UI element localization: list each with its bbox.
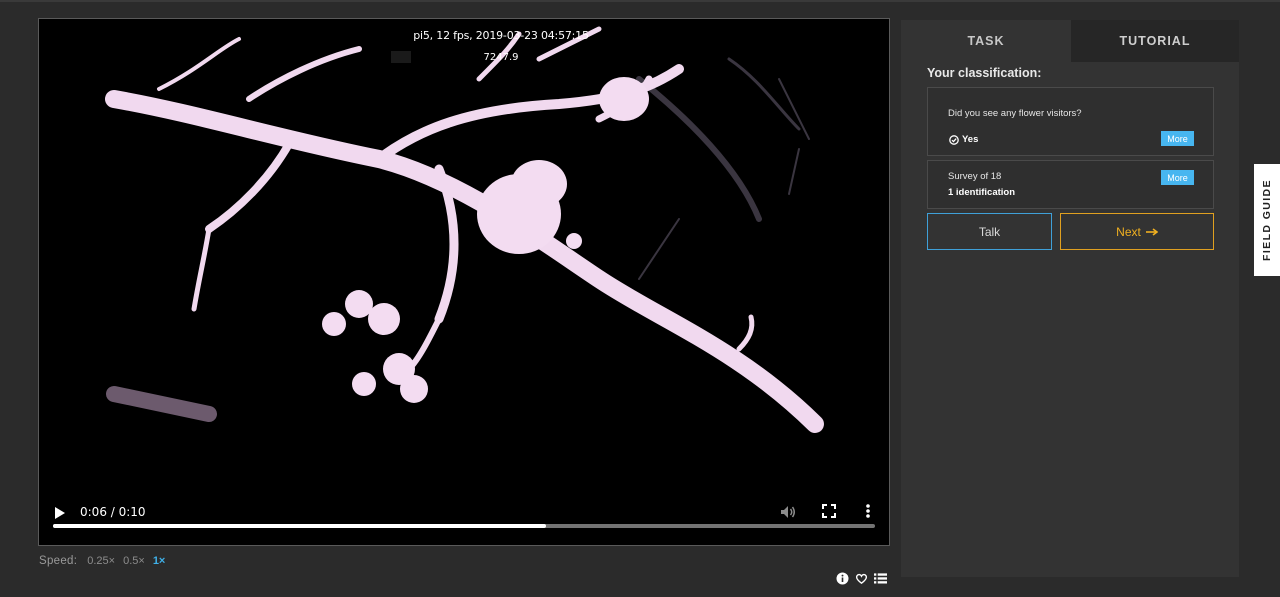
video-controls: 0:06 / 0:10 [39,489,889,545]
speed-option-0.25[interactable]: 0.25× [87,555,115,567]
answer-row: Yes [949,134,978,145]
talk-button[interactable]: Talk [927,213,1052,250]
volume-icon[interactable] [779,503,797,521]
speed-selector: Speed: 0.25× 0.5× 1× [39,555,165,567]
subject-meta-tools [836,572,887,585]
speed-option-0.5[interactable]: 0.5× [123,555,145,567]
video-time-readout: 0:06 / 0:10 [80,505,146,519]
question-summary-card: Did you see any flower visitors? Yes Mor… [927,87,1214,156]
survey-more-button[interactable]: More [1161,170,1194,185]
survey-identification-count: 1 identification [948,187,1016,198]
video-player[interactable]: pi5, 12 fps, 2019-03-23 04:57:15 7247.9 … [38,18,890,546]
more-vertical-icon[interactable] [863,502,873,520]
question-more-button[interactable]: More [1161,131,1194,146]
speed-option-1[interactable]: 1× [153,555,166,567]
survey-summary-card: Survey of 18 1 identification More [927,160,1214,209]
next-button[interactable]: Next [1060,213,1214,250]
list-icon[interactable] [874,572,887,585]
classification-title: Your classification: [927,66,1042,80]
answer-text: Yes [962,134,979,145]
speed-label: Speed: [39,555,78,567]
check-circle-icon [949,134,959,145]
field-guide-tab[interactable]: FIELD GUIDE [1254,164,1280,276]
panel-tabs: TASK TUTORIAL [901,20,1239,62]
info-icon[interactable] [836,572,849,585]
question-text: Did you see any flower visitors? [948,108,1082,119]
video-progress-fill [53,524,547,528]
video-timestamp-overlay: pi5, 12 fps, 2019-03-23 04:57:15 [413,29,589,42]
fullscreen-icon[interactable] [821,503,837,519]
survey-title: Survey of 18 [948,171,1002,182]
tab-tutorial[interactable]: TUTORIAL [1071,20,1239,62]
video-frame-number-overlay: 7247.9 [483,52,519,63]
play-icon[interactable] [53,505,67,521]
next-button-label: Next [1116,224,1141,239]
tab-task[interactable]: TASK [901,20,1071,62]
video-progress-bar[interactable] [53,524,875,528]
top-divider [0,0,1280,2]
video-frame-image [39,19,889,545]
classifier-panel: TASK TUTORIAL Your classification: Did y… [901,20,1239,577]
arrow-right-icon [1145,225,1159,239]
heart-icon[interactable] [855,572,868,585]
field-guide-label: FIELD GUIDE [1261,179,1273,261]
